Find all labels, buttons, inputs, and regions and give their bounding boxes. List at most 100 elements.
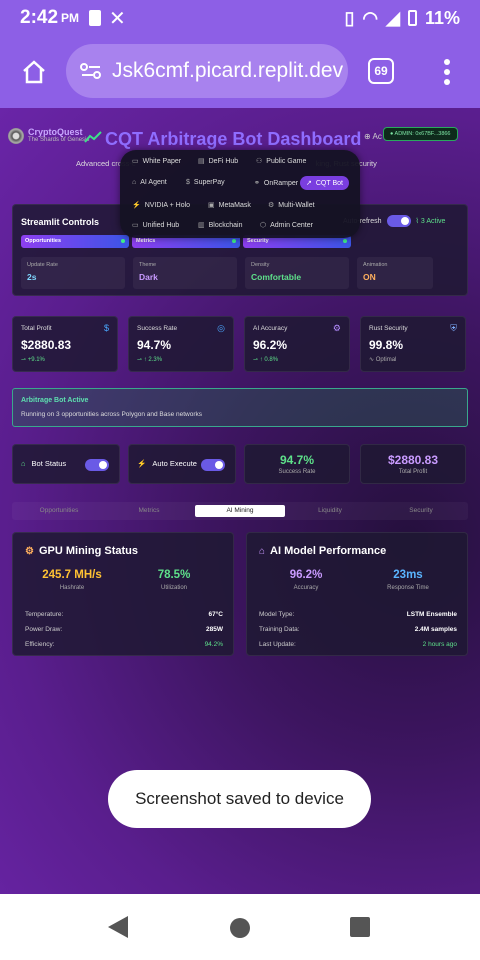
url-text: Jsk6cmf.picard.replit.dev bbox=[112, 59, 344, 82]
nav-menu: ▭ White Paper ▤ DeFi Hub ⚇ Public Game ⌂ AI … bbox=[120, 150, 360, 238]
tab-switcher-button[interactable]: 69 bbox=[368, 58, 394, 84]
bot-active-alert: Arbitrage Bot Active Running on 3 opport… bbox=[12, 388, 468, 427]
nav-superpay[interactable]: $ SuperPay bbox=[180, 176, 231, 189]
field-theme[interactable]: Theme Dark bbox=[133, 257, 237, 289]
brand-name[interactable]: CryptoQuest bbox=[28, 127, 83, 137]
screenshot-toast: Screenshot saved to device bbox=[108, 770, 371, 828]
alert-title: Arbitrage Bot Active bbox=[21, 397, 89, 404]
status-bar: 2:42 PM ✕ ▯ ◠ ◢ 11% bbox=[0, 0, 480, 36]
cryptoquest-logo[interactable] bbox=[8, 128, 24, 144]
home-icon[interactable] bbox=[20, 58, 48, 86]
vibrate-icon: ▯ bbox=[344, 7, 355, 28]
nav-label: SuperPay bbox=[193, 179, 225, 186]
browser-toolbar: Jsk6cmf.picard.replit.dev 69 bbox=[0, 36, 480, 108]
trend-icon: ↗ bbox=[306, 180, 312, 187]
metric-value: 96.2% bbox=[253, 338, 288, 352]
control-label: Auto Execute bbox=[152, 459, 197, 468]
auto-execute-toggle[interactable] bbox=[201, 459, 225, 471]
tab-metrics[interactable]: Metrics bbox=[104, 505, 194, 517]
stat-label: Success Rate bbox=[278, 469, 316, 475]
home-button-icon[interactable] bbox=[230, 918, 250, 938]
site-settings-icon[interactable] bbox=[80, 62, 102, 80]
metric-value: 99.8% bbox=[369, 338, 404, 352]
metric-delta: ∿ Optimal bbox=[369, 357, 397, 363]
nav-public-game[interactable]: ⚇ Public Game bbox=[250, 154, 312, 168]
nav-admin-center[interactable]: ⬡ Admin Center bbox=[254, 218, 319, 232]
field-density[interactable]: Density Comfortable bbox=[245, 257, 349, 289]
row-value: 2 hours ago bbox=[422, 641, 457, 648]
stat-value: $2880.83 bbox=[387, 453, 439, 467]
wallet-icon: ▣ bbox=[208, 202, 215, 209]
tab-security[interactable]: Security bbox=[376, 505, 466, 517]
metric-total-profit: Total Profit $ $2880.83 ⇀ +9.1% bbox=[12, 316, 118, 372]
response-time-value: 23ms bbox=[393, 569, 423, 581]
clock: 2:42 bbox=[20, 7, 59, 28]
stat-success-rate: 94.7% Success Rate bbox=[244, 444, 350, 484]
nav-nvidia-holo[interactable]: ⚡ NVIDIA + Holo bbox=[126, 198, 196, 212]
nav-multi-wallet[interactable]: ⚙ Multi-Wallet bbox=[262, 198, 321, 212]
back-icon[interactable] bbox=[108, 916, 128, 938]
delta-text: Optimal bbox=[375, 357, 397, 363]
nav-label: MetaMask bbox=[218, 201, 251, 209]
panel-title: GPU Mining Status bbox=[38, 545, 138, 557]
shield-icon: ⛨ bbox=[450, 323, 457, 333]
row-label: Model Type: bbox=[259, 611, 295, 618]
tab-liquidity[interactable]: Liquidity bbox=[285, 505, 375, 517]
users-icon: ⚇ bbox=[256, 158, 263, 165]
zap-icon: ⚡ bbox=[137, 459, 147, 468]
tab-ai-mining[interactable]: AI Mining bbox=[195, 505, 285, 517]
nav-unified-hub[interactable]: ▭ Unified Hub bbox=[126, 218, 185, 232]
chip-opportunities[interactable]: Opportunities bbox=[21, 235, 129, 248]
panel-title: AI Model Performance bbox=[270, 545, 387, 557]
metric-value: $2880.83 bbox=[21, 338, 72, 352]
nav-blockchain[interactable]: ▥ Blockchain bbox=[192, 218, 248, 232]
nav-label: NVIDIA + Holo bbox=[144, 201, 191, 209]
gpu-mining-panel: ⚙ GPU Mining Status 245.7 MH/s Hashrate 7… bbox=[12, 532, 234, 656]
more-menu-icon[interactable] bbox=[440, 58, 454, 86]
system-nav-bar bbox=[0, 894, 480, 960]
bot-icon: ⌂ bbox=[21, 459, 26, 468]
nav-cqt-bot[interactable]: ↗ CQT Bot bbox=[300, 176, 349, 190]
field-update-rate[interactable]: Update Rate 2s bbox=[21, 257, 125, 289]
gpu-row-power: Power Draw: 285W bbox=[25, 626, 223, 633]
nav-onramper[interactable]: ⚭ OnRamper bbox=[248, 176, 304, 190]
recents-icon[interactable] bbox=[350, 917, 370, 937]
gpu-icon: ⚙ bbox=[25, 545, 34, 557]
row-value: 285W bbox=[206, 626, 223, 633]
target-icon: ◎ bbox=[217, 323, 225, 333]
gpu-row-efficiency: Efficiency: 94.2% bbox=[25, 641, 223, 648]
address-bar[interactable]: Jsk6cmf.picard.replit.dev bbox=[66, 44, 348, 98]
admin-badge[interactable]: ● ADMIN: 0x67BF...3866 bbox=[383, 127, 458, 141]
hashrate-label: Hashrate bbox=[59, 585, 85, 591]
autorefresh-toggle[interactable] bbox=[386, 215, 411, 227]
brand-subtitle: The Shards of Genesis bbox=[28, 137, 90, 143]
nav-metamask[interactable]: ▣ MetaMask bbox=[202, 198, 257, 212]
accuracy-value: 96.2% bbox=[289, 569, 323, 581]
x-icon: ✕ bbox=[109, 7, 126, 30]
section-tabs: Opportunities Metrics AI Mining Liquidit… bbox=[12, 502, 468, 520]
utilization-label: Utilization bbox=[160, 585, 187, 591]
controls-title: Streamlit Controls bbox=[21, 217, 100, 227]
globe-icon[interactable]: ⊕ Ac bbox=[364, 132, 382, 141]
bot-status-toggle[interactable] bbox=[85, 459, 109, 471]
field-label: Animation bbox=[363, 262, 388, 268]
nav-label: AI Agent bbox=[140, 179, 167, 186]
nav-ai-agent[interactable]: ⌂ AI Agent bbox=[126, 176, 173, 189]
row-label: Efficiency: bbox=[25, 641, 55, 648]
bot-status-control: ⌂ Bot Status bbox=[12, 444, 120, 484]
bot-icon: ⌂ bbox=[132, 179, 137, 186]
active-count-text: 3 Active bbox=[420, 218, 446, 225]
cart-icon: ⚭ bbox=[254, 180, 260, 187]
nav-white-paper[interactable]: ▭ White Paper bbox=[126, 154, 187, 168]
wifi-icon: ◠ bbox=[362, 7, 379, 28]
metric-ai-accuracy: AI Accuracy ⚙ 96.2% ⇀ ↑ 0.8% bbox=[244, 316, 350, 372]
bot-icon: ⚙ bbox=[332, 323, 341, 333]
nav-defi-hub[interactable]: ▤ DeFi Hub bbox=[192, 154, 244, 168]
stat-label: Total Profit bbox=[398, 469, 428, 475]
tab-opportunities[interactable]: Opportunities bbox=[14, 505, 104, 517]
field-animation[interactable]: Animation ON bbox=[357, 257, 433, 289]
book-icon: ▭ bbox=[132, 222, 139, 229]
auto-execute-control: ⚡ Auto Execute bbox=[128, 444, 236, 484]
field-value: Dark bbox=[139, 272, 158, 282]
field-value: 2s bbox=[27, 272, 37, 282]
